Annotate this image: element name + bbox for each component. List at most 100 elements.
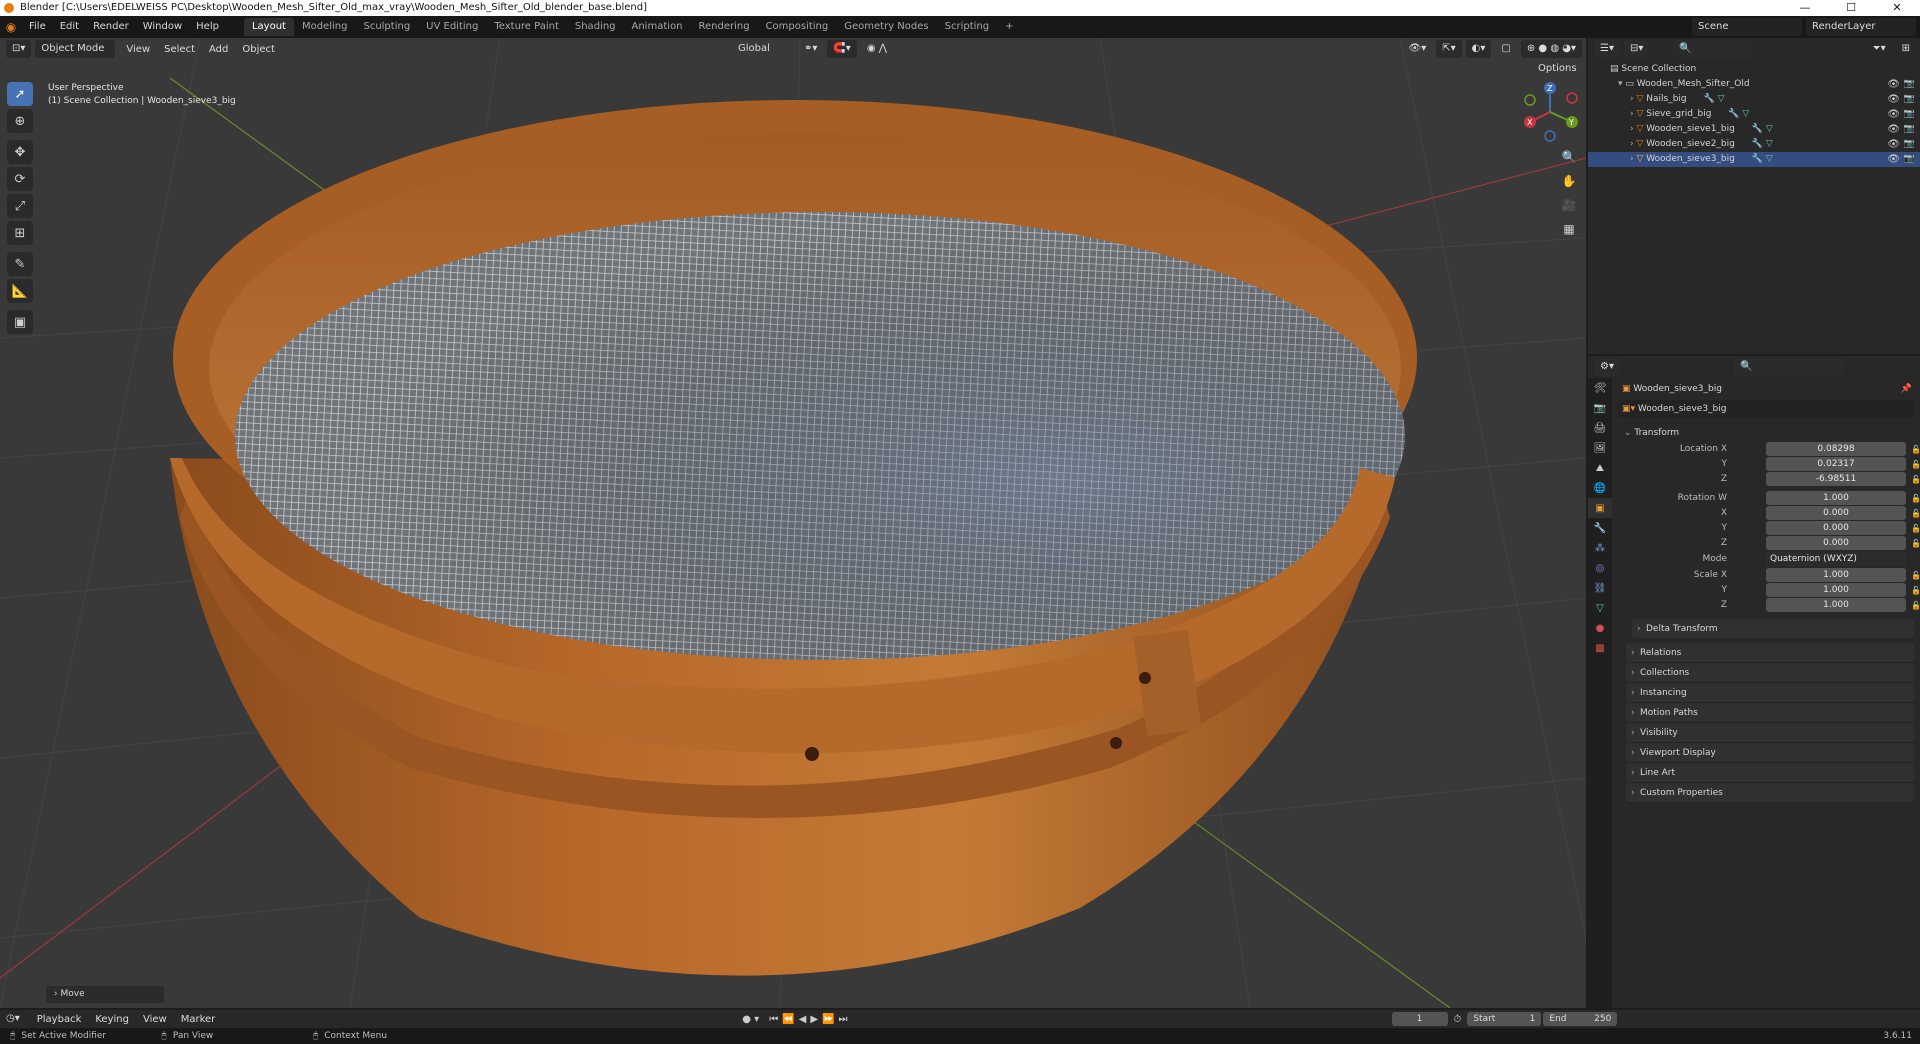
location-y-field[interactable]: 0.02317 xyxy=(1766,457,1906,471)
tab-rendering[interactable]: Rendering xyxy=(690,18,757,36)
measure-tool-icon[interactable]: 📐 xyxy=(7,279,33,303)
lock-icon[interactable]: 🔓 xyxy=(1911,583,1920,598)
tab-geometry-nodes[interactable]: Geometry Nodes xyxy=(836,18,936,36)
visibility-eye-icon[interactable]: 👁 xyxy=(1887,137,1900,152)
properties-editor-icon[interactable]: ⚙▾ xyxy=(1594,358,1620,376)
snap-icon[interactable]: 🧲▾ xyxy=(827,40,857,58)
properties-search-input[interactable]: 🔍 xyxy=(1733,358,1844,376)
pivot-icon[interactable]: ⚭▾ xyxy=(798,40,823,58)
object-tab-icon[interactable]: ▣ xyxy=(1588,498,1612,518)
transform-panel-header[interactable]: ⌄ Transform xyxy=(1618,424,1920,442)
lock-icon[interactable]: 🔓 xyxy=(1911,472,1920,487)
render-camera-icon[interactable]: 📷 xyxy=(1904,92,1915,107)
lock-icon[interactable]: 🔓 xyxy=(1911,536,1920,551)
current-frame-field[interactable]: 1 xyxy=(1391,1012,1448,1026)
rotation-z-field[interactable]: 0.000 xyxy=(1766,536,1906,550)
custom-properties-panel[interactable]: Custom Properties xyxy=(1626,783,1914,803)
transform-tool-icon[interactable]: ⊞ xyxy=(7,221,33,245)
render-camera-icon[interactable]: 📷 xyxy=(1904,77,1915,92)
visibility-eye-icon[interactable]: 👁 xyxy=(1887,122,1900,137)
shading-modes-icon[interactable]: ⊕ ● ◍ ◕▾ xyxy=(1520,40,1582,58)
render-camera-icon[interactable]: 📷 xyxy=(1904,137,1915,152)
rotation-w-field[interactable]: 1.000 xyxy=(1766,491,1906,505)
menu-file[interactable]: File xyxy=(22,16,53,38)
location-z-field[interactable]: -6.98511 xyxy=(1766,472,1906,486)
render-tab-icon[interactable]: 📷 xyxy=(1588,398,1612,418)
menu-edit[interactable]: Edit xyxy=(53,16,86,38)
viewport-menu-view[interactable]: View xyxy=(119,44,157,55)
maximize-button[interactable]: ☐ xyxy=(1828,0,1874,16)
visibility-icon[interactable]: 👁▾ xyxy=(1403,40,1433,58)
data-tab-icon[interactable]: ▽ xyxy=(1588,598,1612,618)
location-x-field[interactable]: 0.08298 xyxy=(1766,442,1906,456)
scale-y-field[interactable]: 1.000 xyxy=(1766,583,1906,597)
lock-icon[interactable]: 🔓 xyxy=(1911,457,1920,472)
view-layer-tab-icon[interactable]: 🖼 xyxy=(1588,438,1612,458)
tab-uv-editing[interactable]: UV Editing xyxy=(418,18,486,36)
new-collection-icon[interactable]: ⊞ xyxy=(1896,40,1916,58)
lock-icon[interactable]: 🔓 xyxy=(1911,442,1920,457)
tab-animation[interactable]: Animation xyxy=(624,18,691,36)
playback-controls-icon[interactable]: ⏮⏪◀▶⏩⏭ xyxy=(769,1014,851,1025)
record-keyframe-icon[interactable]: ● ▾ xyxy=(742,1014,759,1025)
outliner-search-input[interactable]: 🔍 xyxy=(1673,40,1754,58)
tab-texture-paint[interactable]: Texture Paint xyxy=(486,18,567,36)
visibility-eye-icon[interactable]: 👁 xyxy=(1887,152,1900,167)
world-tab-icon[interactable]: 🌐 xyxy=(1588,478,1612,498)
overlay-toggle-icon[interactable]: ◐▾ xyxy=(1465,40,1492,58)
outliner-row-collection[interactable]: ▾ ▭ Wooden_Mesh_Sifter_Old 👁 📷 xyxy=(1588,77,1920,92)
timeline-menu-view[interactable]: View xyxy=(136,1014,174,1025)
outliner-editor-icon[interactable]: ☰▾ xyxy=(1594,40,1620,58)
visibility-eye-icon[interactable]: 👁 xyxy=(1887,77,1900,92)
rotation-x-field[interactable]: 0.000 xyxy=(1766,506,1906,520)
tab-shading[interactable]: Shading xyxy=(567,18,624,36)
select-box-tool-icon[interactable]: ➚ xyxy=(7,82,33,106)
pin-icon[interactable]: 📌 xyxy=(1901,378,1912,400)
motion-paths-panel[interactable]: Motion Paths xyxy=(1626,703,1914,723)
texture-tab-icon[interactable]: ▩ xyxy=(1588,638,1612,658)
output-tab-icon[interactable]: 🖨 xyxy=(1588,418,1612,438)
physics-tab-icon[interactable]: ◎ xyxy=(1588,558,1612,578)
render-camera-icon[interactable]: 📷 xyxy=(1904,107,1915,122)
outliner-row-object[interactable]: › ▽ Wooden_sieve2_big 🔧 ▽ 👁 📷 xyxy=(1588,137,1920,152)
editor-type-icon[interactable]: ⊡▾ xyxy=(6,40,32,58)
tool-tab-icon[interactable]: 🛠 xyxy=(1588,378,1612,398)
visibility-eye-icon[interactable]: 👁 xyxy=(1887,107,1900,122)
line-art-panel[interactable]: Line Art xyxy=(1626,763,1914,783)
menu-window[interactable]: Window xyxy=(136,16,189,38)
viewport-menu-object[interactable]: Object xyxy=(235,44,282,55)
scene-tab-icon[interactable]: ⛰ xyxy=(1588,458,1612,478)
minimize-button[interactable]: — xyxy=(1782,0,1828,16)
pan-hand-icon[interactable]: ✋ xyxy=(1558,170,1580,192)
camera-view-icon[interactable]: 🎥 xyxy=(1558,194,1580,216)
blender-menu-icon[interactable]: ◉ xyxy=(0,20,22,34)
cursor-tool-icon[interactable]: ⊕ xyxy=(7,109,33,133)
ortho-grid-icon[interactable]: ▦ xyxy=(1558,218,1580,240)
orientation-selector[interactable]: Global xyxy=(732,40,794,58)
scene-selector[interactable]: Scene xyxy=(1692,18,1802,36)
lock-icon[interactable]: 🔓 xyxy=(1911,521,1920,536)
navigation-gizmo[interactable]: Z Y X xyxy=(1520,82,1580,142)
lock-icon[interactable]: 🔓 xyxy=(1911,506,1920,521)
tab-sculpting[interactable]: Sculpting xyxy=(355,18,418,36)
lock-icon[interactable]: 🔓 xyxy=(1911,598,1920,613)
close-button[interactable]: ✕ xyxy=(1874,0,1920,16)
lock-icon[interactable]: 🔓 xyxy=(1911,568,1920,583)
3d-viewport[interactable]: User Perspective (1) Scene Collection | … xyxy=(0,38,1586,1008)
material-tab-icon[interactable]: ● xyxy=(1588,618,1612,638)
mode-selector[interactable]: Object Mode xyxy=(35,40,116,58)
xray-icon[interactable]: ▢ xyxy=(1495,40,1516,58)
tab-modeling[interactable]: Modeling xyxy=(294,18,356,36)
rotate-tool-icon[interactable]: ⟳ xyxy=(7,167,33,191)
annotate-tool-icon[interactable]: ✎ xyxy=(7,252,33,276)
scale-tool-icon[interactable]: ⤢ xyxy=(7,194,33,218)
clock-icon[interactable]: ⏱ xyxy=(1454,1014,1462,1025)
outliner-row-object[interactable]: › ▽ Sieve_grid_big 🔧 ▽ 👁 📷 xyxy=(1588,107,1920,122)
scale-x-field[interactable]: 1.000 xyxy=(1766,568,1906,582)
outliner-row-object[interactable]: › ▽ Wooden_sieve1_big 🔧 ▽ 👁 📷 xyxy=(1588,122,1920,137)
timeline-menu-marker[interactable]: Marker xyxy=(174,1014,223,1025)
rotation-y-field[interactable]: 0.000 xyxy=(1766,521,1906,535)
modifier-tab-icon[interactable]: 🔧 xyxy=(1588,518,1612,538)
timeline-editor-icon[interactable]: ◷▾ xyxy=(0,1010,26,1028)
particles-tab-icon[interactable]: ⁂ xyxy=(1588,538,1612,558)
